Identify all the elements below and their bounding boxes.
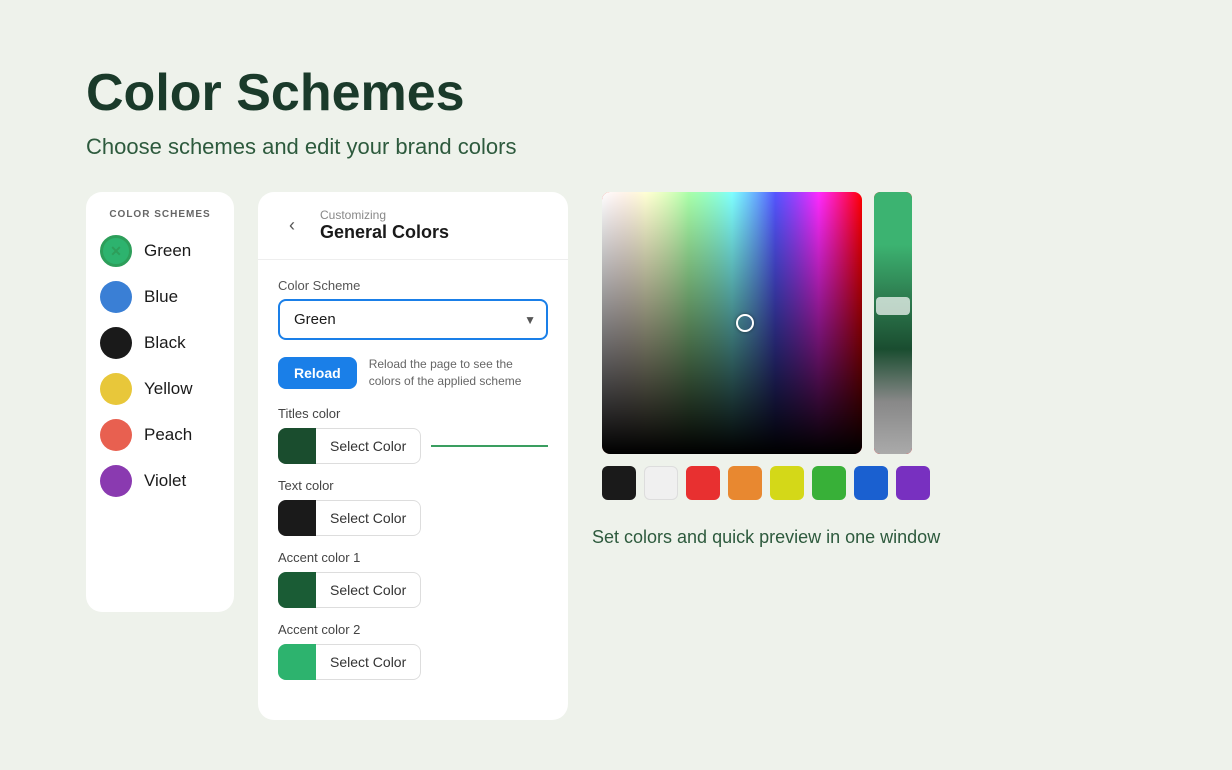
color-gradient-canvas[interactable] <box>602 192 862 454</box>
preset-green[interactable] <box>812 466 846 500</box>
scheme-name-peach: Peach <box>144 425 192 445</box>
titles-color-line <box>431 445 548 447</box>
right-section: Set colors and quick preview in one wind… <box>592 192 940 551</box>
text-color-swatch <box>278 500 316 536</box>
schemes-sidebar-label: COLOR SCHEMES <box>109 208 210 221</box>
reload-row: Reload Reload the page to see the colors… <box>278 356 548 390</box>
page-subtitle: Choose schemes and edit your brand color… <box>86 134 1146 160</box>
color-scheme-select-wrapper[interactable]: Green Blue Black Yellow Peach Violet ▼ <box>278 299 548 340</box>
preset-white[interactable] <box>644 466 678 500</box>
picker-description: Set colors and quick preview in one wind… <box>592 524 940 551</box>
text-color-button[interactable]: Select Color <box>278 500 421 536</box>
color-scheme-select[interactable]: Green Blue Black Yellow Peach Violet <box>278 299 548 340</box>
accent2-color-field: Accent color 2 Select Color <box>278 622 548 680</box>
text-color-label: Text color <box>278 478 548 493</box>
scheme-item-violet[interactable]: Violet <box>100 465 220 497</box>
panel-body: Color Scheme Green Blue Black Yellow Pea… <box>258 260 568 712</box>
schemes-sidebar: COLOR SCHEMES Green Blue Black Yellow Pe <box>86 192 234 612</box>
reload-hint: Reload the page to see the colors of the… <box>369 356 548 390</box>
scheme-dot-yellow[interactable] <box>100 373 132 405</box>
accent2-color-btn-label: Select Color <box>316 644 421 680</box>
accent2-color-swatch <box>278 644 316 680</box>
reload-button[interactable]: Reload <box>278 357 357 389</box>
titles-color-row: Select Color <box>278 428 548 464</box>
scheme-item-yellow[interactable]: Yellow <box>100 373 220 405</box>
color-scheme-label: Color Scheme <box>278 278 548 293</box>
scheme-item-peach[interactable]: Peach <box>100 419 220 451</box>
preset-blue[interactable] <box>854 466 888 500</box>
picker-main <box>602 192 912 454</box>
scheme-name-yellow: Yellow <box>144 379 193 399</box>
text-color-row: Select Color <box>278 500 548 536</box>
accent1-color-field: Accent color 1 Select Color <box>278 550 548 608</box>
color-picker <box>602 192 930 500</box>
page-title: Color Schemes <box>86 65 1146 122</box>
scheme-name-blue: Blue <box>144 287 178 307</box>
preset-red[interactable] <box>686 466 720 500</box>
scheme-dot-blue[interactable] <box>100 281 132 313</box>
accent1-color-button[interactable]: Select Color <box>278 572 421 608</box>
accent2-color-button[interactable]: Select Color <box>278 644 421 680</box>
scheme-dot-green[interactable] <box>100 235 132 267</box>
titles-color-field: Titles color Select Color <box>278 406 548 464</box>
preset-yellow[interactable] <box>770 466 804 500</box>
preset-black[interactable] <box>602 466 636 500</box>
scheme-name-violet: Violet <box>144 471 186 491</box>
panel-header-text: Customizing General Colors <box>320 208 449 243</box>
accent1-color-label: Accent color 1 <box>278 550 548 565</box>
titles-color-label: Titles color <box>278 406 548 421</box>
accent1-color-btn-label: Select Color <box>316 572 421 608</box>
panel-header-title: General Colors <box>320 222 449 243</box>
scheme-dot-black[interactable] <box>100 327 132 359</box>
titles-color-swatch <box>278 428 316 464</box>
titles-color-btn-label: Select Color <box>316 428 421 464</box>
preset-orange[interactable] <box>728 466 762 500</box>
accent1-color-row: Select Color <box>278 572 548 608</box>
titles-color-button[interactable]: Select Color <box>278 428 421 464</box>
back-button[interactable]: ‹ <box>278 212 306 240</box>
scheme-item-blue[interactable]: Blue <box>100 281 220 313</box>
preset-colors <box>602 466 930 500</box>
black-overlay-layer <box>602 192 862 454</box>
text-color-field: Text color Select Color <box>278 478 548 536</box>
hue-slider-inner <box>874 192 912 454</box>
hue-slider[interactable] <box>874 192 912 454</box>
accent2-color-label: Accent color 2 <box>278 622 548 637</box>
customizing-panel: ‹ Customizing General Colors Color Schem… <box>258 192 568 720</box>
panel-header-sub: Customizing <box>320 208 449 222</box>
text-color-btn-label: Select Color <box>316 500 421 536</box>
scheme-item-green-selected[interactable]: Green <box>100 235 220 267</box>
accent1-color-swatch <box>278 572 316 608</box>
scheme-name-black: Black <box>144 333 186 353</box>
scheme-dot-violet[interactable] <box>100 465 132 497</box>
scheme-dot-peach[interactable] <box>100 419 132 451</box>
scheme-name-green: Green <box>144 241 191 261</box>
scheme-item-black[interactable]: Black <box>100 327 220 359</box>
accent2-color-row: Select Color <box>278 644 548 680</box>
preset-purple[interactable] <box>896 466 930 500</box>
panel-header: ‹ Customizing General Colors <box>258 192 568 260</box>
hue-slider-thumb <box>876 297 910 315</box>
color-scheme-field: Color Scheme Green Blue Black Yellow Pea… <box>278 278 548 340</box>
